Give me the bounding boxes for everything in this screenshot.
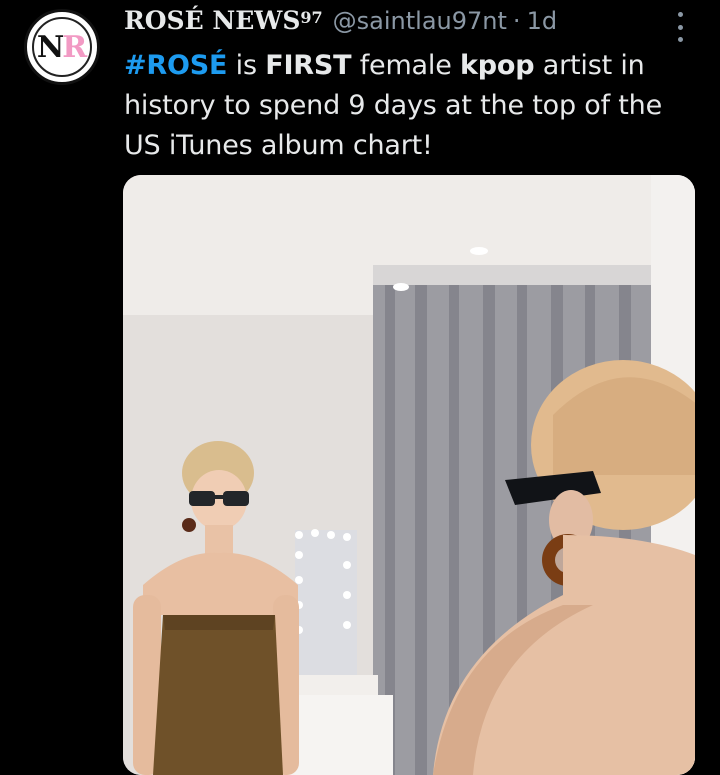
display-name-sup: 97 xyxy=(300,8,323,27)
text-part: is xyxy=(227,50,266,81)
tweet-header: ROSÉ NEWS97 @saintlau97nt · 1d xyxy=(124,6,557,40)
display-name-text: ROSÉ NEWS xyxy=(124,6,301,35)
video-frame xyxy=(123,175,695,775)
text-bold: FIRST xyxy=(265,50,352,81)
hashtag-link[interactable]: #ROSÉ xyxy=(124,50,227,81)
user-handle[interactable]: @saintlau97nt xyxy=(333,7,507,35)
text-part: female xyxy=(351,50,461,81)
avatar[interactable]: NR xyxy=(24,9,100,85)
avatar-letter-r: R xyxy=(62,29,88,65)
display-name[interactable]: ROSÉ NEWS97 xyxy=(124,6,323,35)
separator-dot: · xyxy=(512,7,521,35)
tweet-text: #ROSÉ is FIRST female kpop artist in his… xyxy=(124,46,704,166)
tweet-media-video[interactable] xyxy=(123,175,695,775)
avatar-letter-n: N xyxy=(36,29,64,65)
text-bold: kpop xyxy=(460,50,535,81)
more-vertical-icon[interactable] xyxy=(668,12,692,42)
timestamp[interactable]: 1d xyxy=(527,7,558,35)
